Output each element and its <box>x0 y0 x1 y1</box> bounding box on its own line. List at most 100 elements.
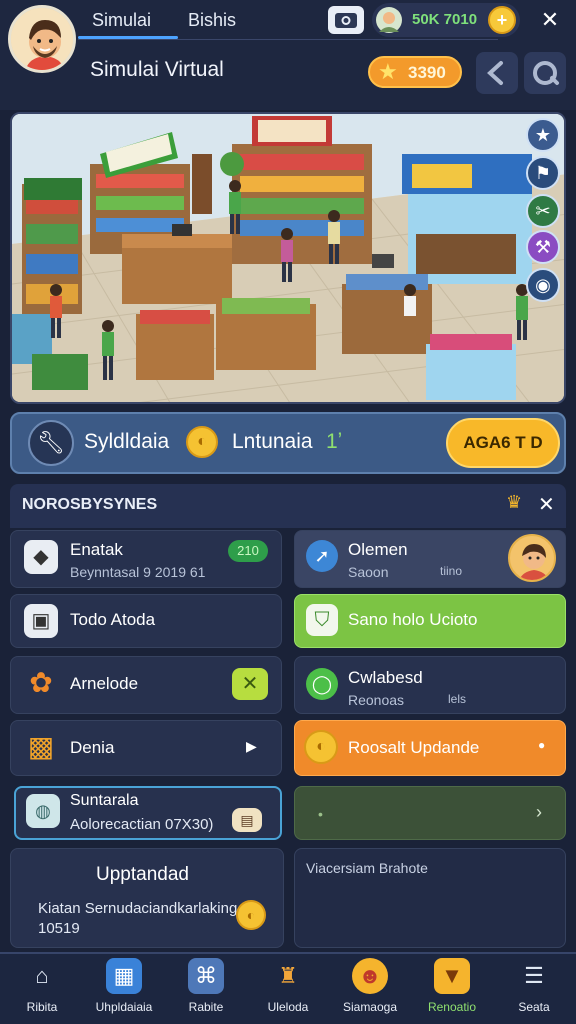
add-coins-icon[interactable]: + <box>488 6 516 34</box>
upgrade-title: Upptandad <box>96 864 189 885</box>
currency-amount: 50K 7010 <box>412 11 478 28</box>
nav-label: Rabite <box>188 1000 224 1014</box>
dot-indicator-icon: ● <box>538 738 546 752</box>
coin-icon: ◐ <box>236 900 266 930</box>
star-icon: ★ <box>534 125 552 145</box>
dot-icon: • <box>318 806 323 822</box>
nav-item-seata[interactable]: ☰ Seata <box>498 958 570 1014</box>
item-label: Denia <box>70 738 115 757</box>
menu-icon: ☰ <box>524 963 544 988</box>
tab-bishis[interactable]: Bishis <box>188 10 236 31</box>
tab-divider <box>78 39 498 40</box>
back-button[interactable] <box>476 52 518 94</box>
crate-icon: ▩ <box>27 731 55 762</box>
status-label-left: Syldldaia <box>84 430 170 453</box>
cube-icon: ◆ <box>24 540 58 574</box>
item-label: Sano holo Ucioto <box>348 610 478 629</box>
star-balance-pill[interactable]: ★ 3390 <box>368 56 462 88</box>
coin-icon: ◐ <box>304 730 338 764</box>
item-sub: Beynntasal 9 2019 61 <box>70 564 206 580</box>
nav-label: Uleloda <box>267 1000 309 1014</box>
runner-icon: ⚑ <box>534 163 552 183</box>
close-icon[interactable]: ✕ <box>534 4 566 36</box>
nav-label: Siamaoga <box>342 1000 398 1014</box>
upgrade-text: Kiatan Sernudaciandkarlaking <box>38 900 238 917</box>
tab-simulai[interactable]: Simulai <box>92 10 151 31</box>
store-scene[interactable] <box>10 112 566 404</box>
shield-icon: ⛉ <box>306 604 338 636</box>
tools-icon: ✂ <box>535 201 551 221</box>
status-label-right: Lntunaia <box>232 430 313 453</box>
nav-label: Seata <box>518 1000 550 1014</box>
nav-item-uleloda[interactable]: ♜ Uleloda <box>252 958 324 1014</box>
nav-item-rabite[interactable]: ⌘ Rabite <box>170 958 242 1014</box>
nav-item-ribita[interactable]: ⌂ Ribita <box>6 958 78 1014</box>
coin-icon: ◐ <box>186 426 218 458</box>
currency-pill[interactable]: 50K 7010 + <box>372 3 520 37</box>
item-sub-secondary: tiino <box>440 564 463 578</box>
item-label: Suntarala <box>70 792 139 809</box>
camera-icon <box>335 13 357 28</box>
item-label: Olemen <box>348 540 408 559</box>
tools-icon[interactable]: ✕ <box>232 668 268 700</box>
home-icon: ⌂ <box>35 963 49 988</box>
chat-bubble-icon: ◉ <box>535 275 551 295</box>
hammer-button[interactable]: ⚒ <box>526 230 560 264</box>
item-label: Enatak <box>70 540 123 559</box>
play-arrow-icon[interactable]: ▶ <box>246 738 257 755</box>
item-label: Todo Atoda <box>70 610 156 629</box>
gift-icon[interactable]: ♛ <box>506 492 522 513</box>
game-title: Simulai Virtual <box>90 58 224 81</box>
jar-icon: ◍ <box>26 794 60 828</box>
refresh-icon <box>533 61 559 85</box>
star-icon: ★ <box>378 59 398 84</box>
store-icon: ▦ <box>106 958 142 994</box>
building-icon: ⌘ <box>188 958 224 994</box>
chat-button[interactable]: ◉ <box>526 268 560 302</box>
item-label: Roosalt Updande <box>348 738 480 757</box>
runner-button[interactable]: ⚑ <box>526 156 560 190</box>
flower-icon: ✿ <box>29 667 53 698</box>
box-icon: ▣ <box>24 604 58 638</box>
nav-item-renoatio[interactable]: ▼ Renoatio <box>416 958 488 1014</box>
star-amount: 3390 <box>408 63 446 82</box>
chat-icon: ☻ <box>352 958 388 994</box>
trophy-icon: ♜ <box>278 963 298 988</box>
wrench-icon: 🔧︎ <box>37 430 65 455</box>
npc-avatar[interactable] <box>508 534 556 582</box>
item-sub: Reonoas <box>348 692 405 708</box>
camera-button[interactable] <box>328 6 364 34</box>
item-sub: Aolorecactian 07X30) <box>70 816 214 833</box>
bag-icon: ▼ <box>434 958 470 994</box>
note-text: Viacersiam Brahote <box>306 860 428 876</box>
panel-title: NOROSBYSYNES <box>22 496 158 513</box>
nav-item-siamaoga[interactable]: ☻ Siamaoga <box>334 958 406 1014</box>
player-avatar[interactable] <box>8 5 76 73</box>
status-level-number: 1ʼ <box>326 430 343 453</box>
friend-avatar-icon <box>376 7 402 33</box>
item-label: Arnelode <box>70 674 139 693</box>
active-tab-indicator <box>78 36 178 39</box>
nav-label: Ribita <box>26 1000 58 1014</box>
upgrade-number: 10519 <box>38 920 80 937</box>
tools-button[interactable]: ✂ <box>526 194 560 228</box>
status-action-button[interactable]: AGA6 T D <box>446 418 560 468</box>
nav-item-uhpldaiaia[interactable]: ▦ Uhpldaiaia <box>88 958 160 1014</box>
circle-icon: ◯ <box>306 668 338 700</box>
nav-label: Renoatio <box>427 1000 477 1014</box>
chevron-left-icon <box>487 61 503 85</box>
item-sub-secondary: lels <box>448 692 467 706</box>
status-badge: 210 <box>228 540 268 562</box>
favorite-star-button[interactable]: ★ <box>526 118 560 152</box>
item-sub: Saoon <box>348 564 389 580</box>
refresh-button[interactable] <box>524 52 566 94</box>
list-item-empty[interactable] <box>294 786 566 840</box>
store-scene-illustration <box>12 114 564 402</box>
close-panel-icon[interactable]: ✕ <box>538 492 555 517</box>
chevron-right-icon[interactable]: › <box>536 802 542 823</box>
item-label: Cwlabesd <box>348 668 423 687</box>
compass-icon: ➚ <box>306 540 338 572</box>
receipt-icon: ▤ <box>232 808 262 832</box>
wrench-button[interactable]: 🔧︎ <box>28 420 74 466</box>
hammer-icon: ⚒ <box>534 237 552 257</box>
